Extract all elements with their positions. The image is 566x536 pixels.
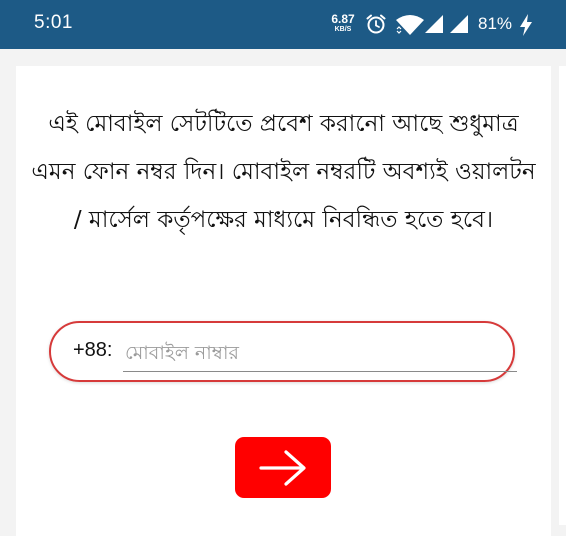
network-speed-indicator: 6.87 KB/S [330, 13, 356, 33]
signal-icon [450, 15, 468, 33]
submit-button[interactable] [235, 437, 331, 498]
wifi-icon [396, 15, 424, 35]
instruction-text: এই মোবাইল সেটটিতে প্রবেশ করানো আছে শুধুম… [31, 111, 536, 233]
phone-number-field[interactable]: +88: [49, 321, 517, 382]
arrow-right-icon [259, 450, 306, 486]
network-speed-unit: KB/S [334, 26, 352, 33]
status-time: 5:01 [34, 12, 73, 33]
status-bar: 5:01 6.87 KB/S 81% [0, 0, 566, 49]
network-speed-value: 6.87 [331, 12, 355, 26]
country-code-prefix: +88: [73, 339, 113, 361]
signal-icon [425, 15, 443, 33]
alarm-icon [366, 14, 386, 34]
charging-bolt-icon [520, 14, 532, 36]
battery-level: 81% [478, 14, 513, 33]
phone-number-input[interactable] [123, 335, 517, 372]
adjacent-page-edge [559, 66, 566, 525]
login-card: এই মোবাইল সেটটিতে প্রবেশ করানো আছে শুধুম… [16, 66, 551, 536]
